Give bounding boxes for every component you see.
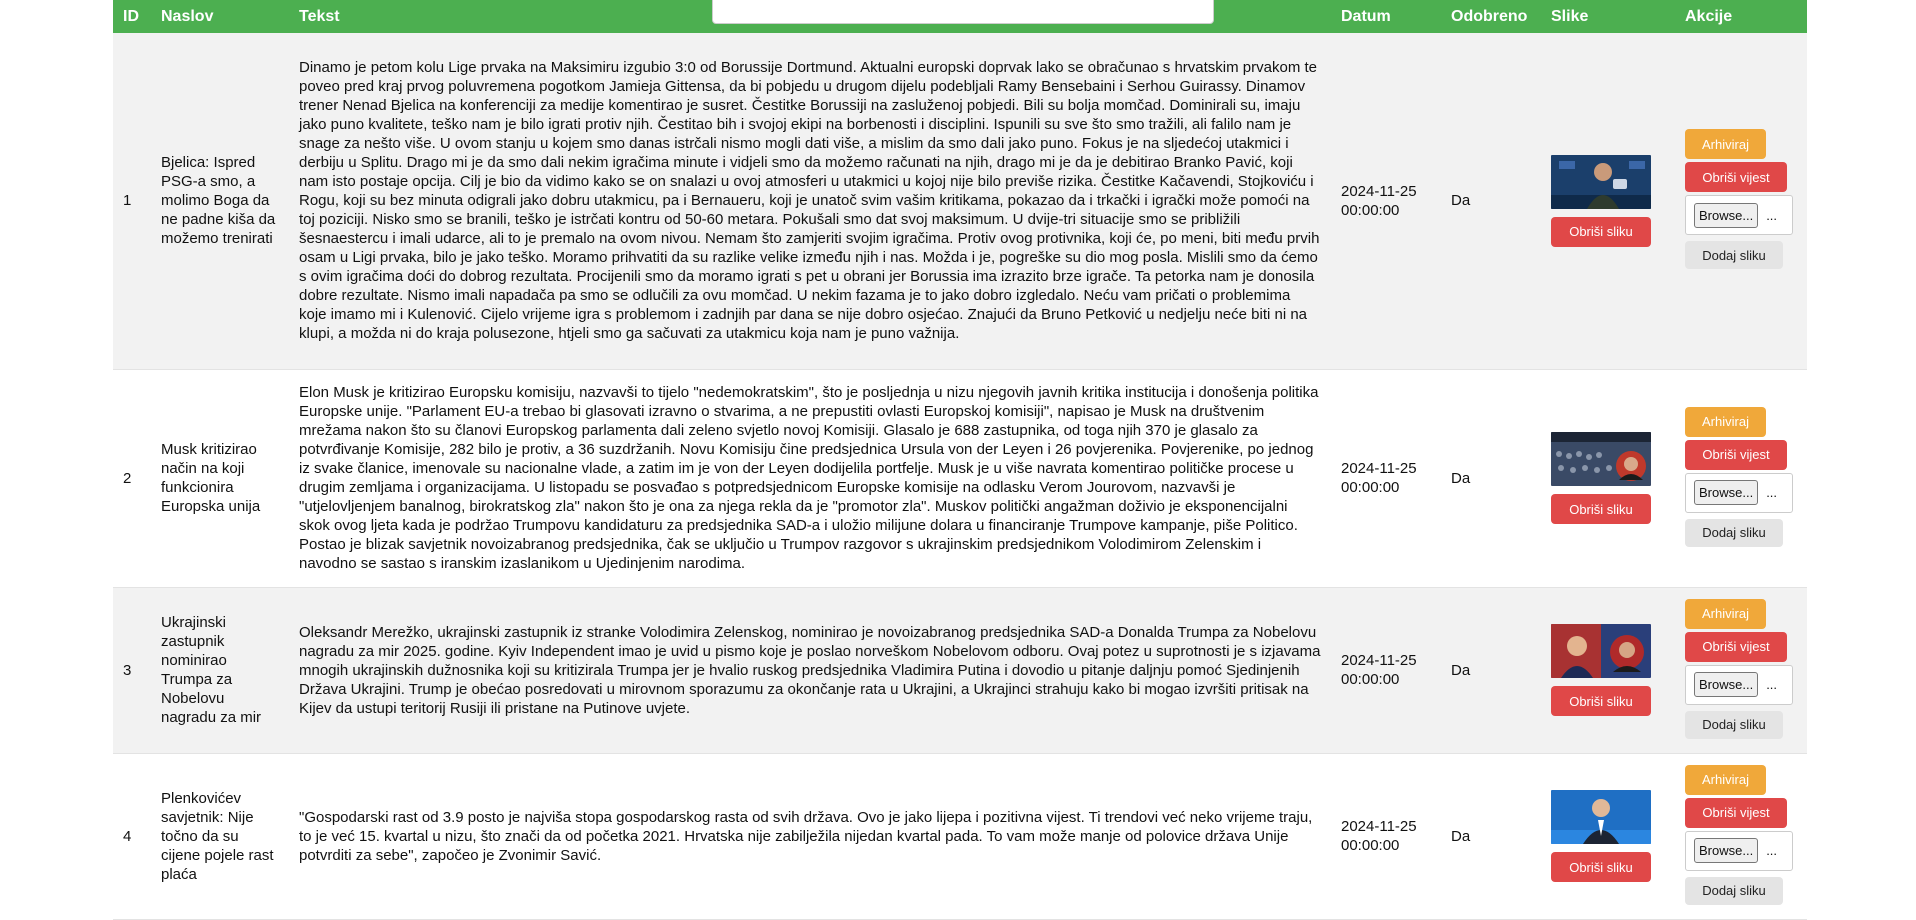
table-row: 2 Musk kritizirao način na koji funkcion… xyxy=(113,369,1807,587)
cell-naslov: Ukrajinski zastupnik nominirao Trumpa za… xyxy=(161,614,262,726)
add-image-button[interactable]: Dodaj sliku xyxy=(1685,518,1783,547)
file-input[interactable]: Browse... ... xyxy=(1685,472,1793,513)
news-thumbnail xyxy=(1551,624,1651,678)
news-thumbnail xyxy=(1551,432,1651,486)
cell-tekst: Dinamo je petom kolu Lige prvaka na Maks… xyxy=(299,59,1320,343)
archive-button[interactable]: Arhiviraj xyxy=(1685,764,1766,795)
delete-news-button[interactable]: Obriši vijest xyxy=(1685,797,1787,828)
cell-id: 2 xyxy=(123,469,132,487)
cell-datum: 2024-11-25 00:00:00 xyxy=(1341,460,1417,496)
table-row: 1 Bjelica: Ispred PSG-a smo, a molimo Bo… xyxy=(113,33,1807,369)
cell-datum: 2024-11-25 00:00:00 xyxy=(1341,652,1417,688)
table-row: 3 Ukrajinski zastupnik nominirao Trumpa … xyxy=(113,587,1807,753)
delete-news-button[interactable]: Obriši vijest xyxy=(1685,439,1787,470)
cell-datum: 2024-11-25 00:00:00 xyxy=(1341,182,1417,219)
file-input[interactable]: Browse... ... xyxy=(1685,195,1793,236)
cell-akcije: Arhiviraj Obriši vijest Browse... ... Do… xyxy=(1675,33,1807,369)
cell-tekst: Oleksandr Merežko, ukrajinski zastupnik … xyxy=(299,623,1321,717)
cell-akcije: Arhiviraj Obriši vijest Browse... ... Do… xyxy=(1675,753,1807,919)
cell-id: 3 xyxy=(123,661,132,679)
file-name-display: ... xyxy=(1766,207,1778,223)
add-image-button[interactable]: Dodaj sliku xyxy=(1685,241,1783,270)
cell-datum: 2024-11-25 00:00:00 xyxy=(1341,818,1417,854)
header-akcije: Akcije xyxy=(1675,0,1807,33)
cell-id: 4 xyxy=(123,827,132,845)
cell-odobreno: Da xyxy=(1451,661,1471,679)
browse-button[interactable]: Browse... xyxy=(1694,672,1759,697)
news-thumbnail xyxy=(1551,790,1651,844)
cell-naslov: Bjelica: Ispred PSG-a smo, a molimo Boga… xyxy=(161,154,276,248)
cell-slike: Obriši sliku xyxy=(1541,33,1675,369)
cell-odobreno: Da xyxy=(1451,827,1471,845)
delete-image-button[interactable]: Obriši sliku xyxy=(1551,852,1651,882)
delete-news-button[interactable]: Obriši vijest xyxy=(1685,631,1787,662)
header-slike: Slike xyxy=(1541,0,1675,33)
cell-tekst: Elon Musk je kritizirao Europsku komisij… xyxy=(299,384,1319,572)
file-name-display: ... xyxy=(1766,485,1778,500)
file-input[interactable]: Browse... ... xyxy=(1685,830,1793,871)
browse-button[interactable]: Browse... xyxy=(1694,202,1759,228)
cell-slike: Obriši sliku xyxy=(1541,587,1675,753)
file-name-display: ... xyxy=(1766,677,1778,692)
header-datum: Datum xyxy=(1331,0,1441,33)
browse-button[interactable]: Browse... xyxy=(1694,480,1759,505)
archive-button[interactable]: Arhiviraj xyxy=(1685,129,1766,160)
header-odobreno: Odobreno xyxy=(1441,0,1541,33)
archive-button[interactable]: Arhiviraj xyxy=(1685,598,1766,629)
dropdown-overlay xyxy=(712,0,1214,24)
delete-image-button[interactable]: Obriši sliku xyxy=(1551,494,1651,524)
cell-naslov: Musk kritizirao način na koji funkcionir… xyxy=(161,441,261,515)
file-input[interactable]: Browse... ... xyxy=(1685,664,1793,705)
header-naslov: Naslov xyxy=(151,0,289,33)
cell-odobreno: Da xyxy=(1451,469,1471,487)
news-table-container: ID Naslov Tekst Datum Odobreno Slike Akc… xyxy=(113,0,1807,920)
delete-image-button[interactable]: Obriši sliku xyxy=(1551,216,1651,247)
news-table: ID Naslov Tekst Datum Odobreno Slike Akc… xyxy=(113,0,1807,920)
cell-tekst: "Gospodarski rast od 3.9 posto je najviš… xyxy=(299,808,1313,864)
cell-akcije: Arhiviraj Obriši vijest Browse... ... Do… xyxy=(1675,587,1807,753)
news-thumbnail xyxy=(1551,154,1651,209)
cell-slike: Obriši sliku xyxy=(1541,369,1675,587)
browse-button[interactable]: Browse... xyxy=(1694,838,1759,863)
file-name-display: ... xyxy=(1766,843,1778,858)
header-id: ID xyxy=(113,0,151,33)
delete-news-button[interactable]: Obriši vijest xyxy=(1685,162,1787,193)
cell-slike: Obriši sliku xyxy=(1541,753,1675,919)
cell-id: 1 xyxy=(123,192,132,210)
cell-odobreno: Da xyxy=(1451,192,1471,210)
add-image-button[interactable]: Dodaj sliku xyxy=(1685,710,1783,739)
archive-button[interactable]: Arhiviraj xyxy=(1685,406,1766,437)
cell-akcije: Arhiviraj Obriši vijest Browse... ... Do… xyxy=(1675,369,1807,587)
cell-naslov: Plenkovićev savjetnik: Nije točno da su … xyxy=(161,789,274,883)
table-row: 4 Plenkovićev savjetnik: Nije točno da s… xyxy=(113,753,1807,919)
delete-image-button[interactable]: Obriši sliku xyxy=(1551,686,1651,716)
